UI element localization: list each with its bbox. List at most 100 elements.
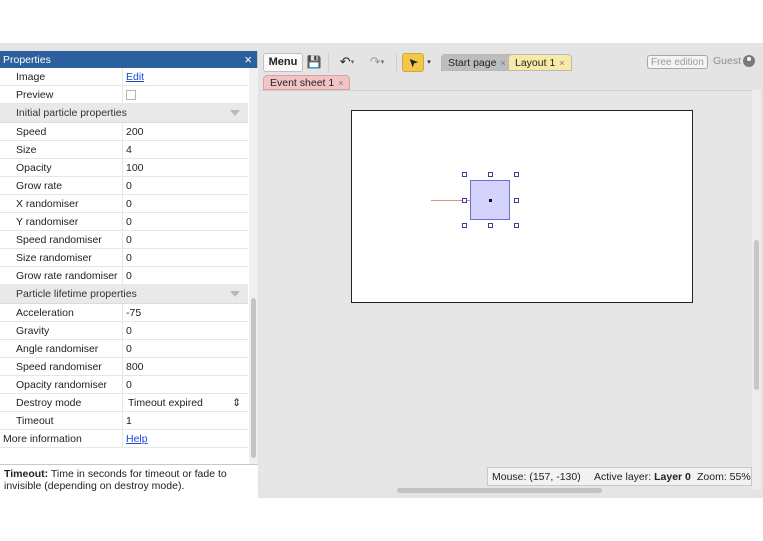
prop-row-image[interactable]: Image Edit <box>0 68 248 86</box>
tab-layout-1[interactable]: Layout 1 × <box>508 54 572 71</box>
resize-handle[interactable] <box>462 172 467 177</box>
prop-row[interactable]: Destroy mode Timeout expired ⇕ <box>0 394 248 412</box>
select-value: Timeout expired <box>128 396 203 409</box>
menu-button[interactable]: Menu <box>263 52 303 72</box>
prop-row[interactable]: Opacity randomiser 0 <box>0 376 248 394</box>
tab-event-sheet-1[interactable]: Event sheet 1 × <box>263 75 351 90</box>
prop-row-more-information[interactable]: More information Help <box>0 430 248 448</box>
prop-label: Speed randomiser <box>0 231 123 248</box>
prop-value[interactable]: 0 <box>123 213 248 230</box>
prop-row[interactable]: Acceleration -75 <box>0 304 248 322</box>
collapse-triangle-icon[interactable] <box>230 110 240 116</box>
layout-horizontal-scrollbar[interactable] <box>260 487 752 495</box>
properties-scrollbar[interactable] <box>249 68 258 464</box>
chevron-down-icon[interactable]: ▾ <box>351 58 355 66</box>
resize-handle[interactable] <box>488 223 493 228</box>
toolbar-divider <box>396 53 397 71</box>
close-icon[interactable]: × <box>559 58 564 68</box>
prop-row[interactable]: Speed randomiser 0 <box>0 231 248 249</box>
layout-canvas[interactable] <box>351 110 693 303</box>
chevron-down-icon[interactable]: ▾ <box>381 58 385 66</box>
tab-start-page[interactable]: Start page × <box>441 54 513 71</box>
prop-label: X randomiser <box>0 195 123 212</box>
scroll-thumb[interactable] <box>754 240 759 390</box>
prop-value[interactable]: 0 <box>123 195 248 212</box>
prop-value[interactable]: 0 <box>123 267 248 284</box>
layout-vertical-scrollbar[interactable] <box>752 90 761 490</box>
resize-handle[interactable] <box>488 172 493 177</box>
status-bar: Mouse: (157, -130) Active layer: Layer 0… <box>487 467 752 486</box>
section-initial-particle-properties[interactable]: Initial particle properties <box>0 104 248 123</box>
prop-row[interactable]: Grow rate randomiser 0 <box>0 267 248 285</box>
scroll-thumb[interactable] <box>397 488 602 493</box>
destroy-mode-select[interactable]: Timeout expired ⇕ <box>123 394 248 411</box>
redo-button[interactable]: ↷ ▾ <box>364 53 390 72</box>
prop-row[interactable]: Timeout 1 <box>0 412 248 430</box>
redo-icon: ↷ <box>369 54 381 69</box>
prop-label: Destroy mode <box>0 394 123 411</box>
resize-handle[interactable] <box>514 172 519 177</box>
prop-value[interactable]: 0 <box>123 340 248 357</box>
origin-point <box>489 199 492 202</box>
prop-row[interactable]: Size 4 <box>0 141 248 159</box>
prop-value[interactable]: 4 <box>123 141 248 158</box>
user-icon[interactable] <box>743 55 755 67</box>
resize-handle[interactable] <box>462 223 467 228</box>
user-name[interactable]: Guest <box>713 55 741 67</box>
properties-title: Properties <box>3 53 51 66</box>
prop-value[interactable]: 0 <box>123 322 248 339</box>
prop-row[interactable]: X randomiser 0 <box>0 195 248 213</box>
preview-checkbox[interactable] <box>126 89 136 100</box>
prop-value[interactable]: 0 <box>123 376 248 393</box>
prop-value[interactable]: -75 <box>123 304 248 321</box>
prop-row[interactable]: Gravity 0 <box>0 322 248 340</box>
prop-value[interactable]: 0 <box>123 231 248 248</box>
active-layer: Active layer: Layer 0 <box>594 471 691 483</box>
prop-row[interactable]: Size randomiser 0 <box>0 249 248 267</box>
select-box[interactable]: Timeout expired ⇕ <box>126 395 244 410</box>
close-icon[interactable]: × <box>244 53 252 66</box>
help-link[interactable]: Help <box>126 433 148 445</box>
prop-value[interactable]: 0 <box>123 177 248 194</box>
prop-row[interactable]: Opacity 100 <box>0 159 248 177</box>
section-particle-lifetime-properties[interactable]: Particle lifetime properties <box>0 285 248 304</box>
prop-row[interactable]: Angle randomiser 0 <box>0 340 248 358</box>
tab-label: Layout 1 <box>515 56 556 69</box>
prop-row[interactable]: Speed 200 <box>0 123 248 141</box>
prop-row[interactable]: Grow rate 0 <box>0 177 248 195</box>
chevron-down-icon[interactable]: ▾ <box>425 53 433 72</box>
resize-handle[interactable] <box>514 198 519 203</box>
close-icon[interactable]: × <box>338 78 343 88</box>
prop-label: Opacity <box>0 159 123 176</box>
prop-value[interactable]: 100 <box>123 159 248 176</box>
properties-header: Properties × <box>0 51 257 68</box>
prop-label: Speed <box>0 123 123 140</box>
tab-label: Start page <box>448 56 497 69</box>
undo-button[interactable]: ↶ ▾ <box>334 53 360 72</box>
prop-value[interactable]: 0 <box>123 249 248 266</box>
prop-label: Acceleration <box>0 304 123 321</box>
active-layer-value[interactable]: Layer 0 <box>654 471 691 483</box>
edit-image-link[interactable]: Edit <box>126 71 144 83</box>
prop-value[interactable]: 800 <box>123 358 248 375</box>
prop-label: Size randomiser <box>0 249 123 266</box>
scroll-thumb[interactable] <box>251 298 256 458</box>
prop-value[interactable]: 1 <box>123 412 248 429</box>
updown-arrows-icon: ⇕ <box>232 396 241 409</box>
resize-handle[interactable] <box>514 223 519 228</box>
save-icon[interactable]: 💾 <box>305 53 323 72</box>
close-icon[interactable]: × <box>500 58 505 68</box>
prop-row[interactable]: Y randomiser 0 <box>0 213 248 231</box>
prop-label: Grow rate <box>0 177 123 194</box>
collapse-triangle-icon[interactable] <box>230 291 240 297</box>
prop-label: Angle randomiser <box>0 340 123 357</box>
prop-row-preview[interactable]: Preview <box>0 86 248 104</box>
free-edition-badge[interactable]: Free edition <box>647 55 708 69</box>
prop-row[interactable]: Speed randomiser 800 <box>0 358 248 376</box>
prop-value[interactable]: 200 <box>123 123 248 140</box>
lifetime-rows: Acceleration -75 Gravity 0 Angle randomiser 0… <box>0 304 248 430</box>
prop-label: More information <box>0 430 123 447</box>
section-title: Particle lifetime properties <box>16 288 137 300</box>
resize-handle[interactable] <box>462 198 467 203</box>
select-tool-button[interactable]: ➤ <box>402 52 424 72</box>
